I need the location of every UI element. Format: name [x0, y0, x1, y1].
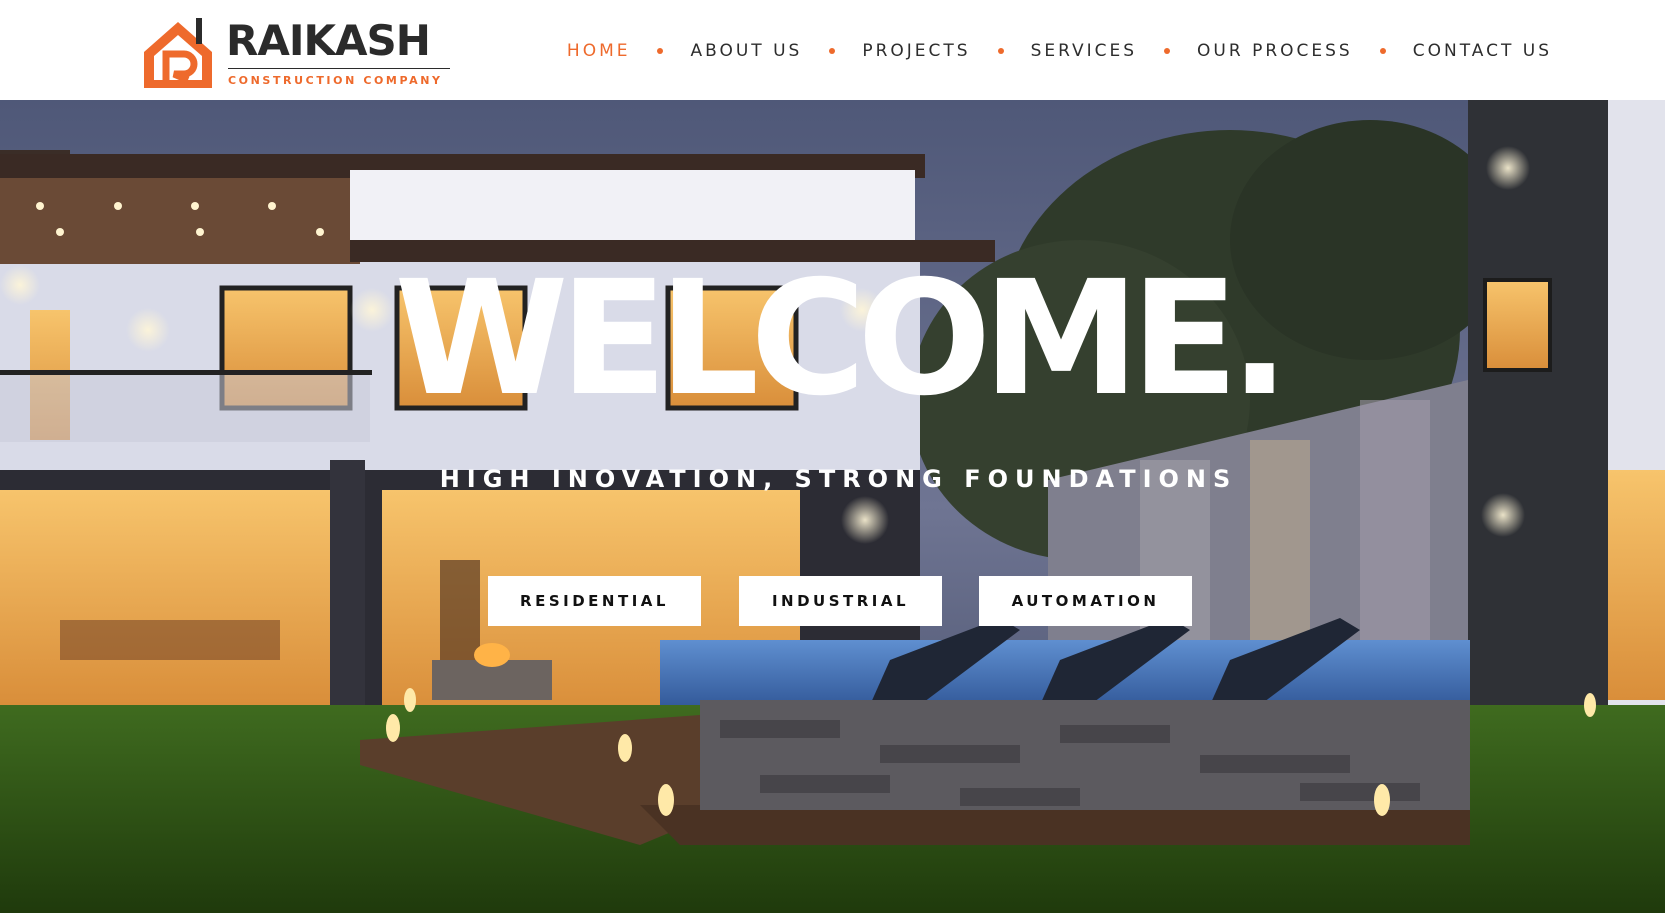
nav-projects[interactable]: PROJECTS: [862, 41, 970, 61]
hero-section: WELCOME. HIGH INOVATION, STRONG FOUNDATI…: [0, 100, 1665, 913]
nav-about-us[interactable]: ABOUT US: [690, 41, 802, 61]
brand-tagline: CONSTRUCTION COMPANY: [228, 74, 443, 87]
brand-name: RAIKASH: [226, 16, 431, 65]
nav-separator-dot: [1164, 48, 1171, 54]
brand-divider: [228, 68, 450, 69]
house-icon: [144, 18, 212, 88]
main-nav: HOME ABOUT US PROJECTS SERVICES OUR PROC…: [567, 41, 1552, 61]
nav-separator-dot: [1379, 48, 1386, 54]
brand-logo[interactable]: RAIKASH CONSTRUCTION COMPANY: [140, 18, 460, 90]
nav-our-process[interactable]: OUR PROCESS: [1197, 41, 1353, 61]
residential-button[interactable]: RESIDENTIAL: [488, 576, 701, 626]
hero-background-image: [0, 100, 1665, 913]
site-header: RAIKASH CONSTRUCTION COMPANY HOME ABOUT …: [0, 0, 1665, 100]
nav-contact-us[interactable]: CONTACT US: [1413, 41, 1552, 61]
nav-separator-dot: [829, 48, 836, 54]
nav-home[interactable]: HOME: [567, 41, 631, 61]
nav-services[interactable]: SERVICES: [1031, 41, 1137, 61]
nav-separator-dot: [997, 48, 1004, 54]
industrial-button[interactable]: INDUSTRIAL: [739, 576, 942, 626]
automation-button[interactable]: AUTOMATION: [979, 576, 1192, 626]
hero-button-group: RESIDENTIAL INDUSTRIAL AUTOMATION: [488, 576, 1192, 626]
nav-separator-dot: [657, 48, 664, 54]
hero-title: WELCOME.: [394, 247, 1289, 431]
hero-subtitle: HIGH INOVATION, STRONG FOUNDATIONS: [439, 465, 1238, 493]
